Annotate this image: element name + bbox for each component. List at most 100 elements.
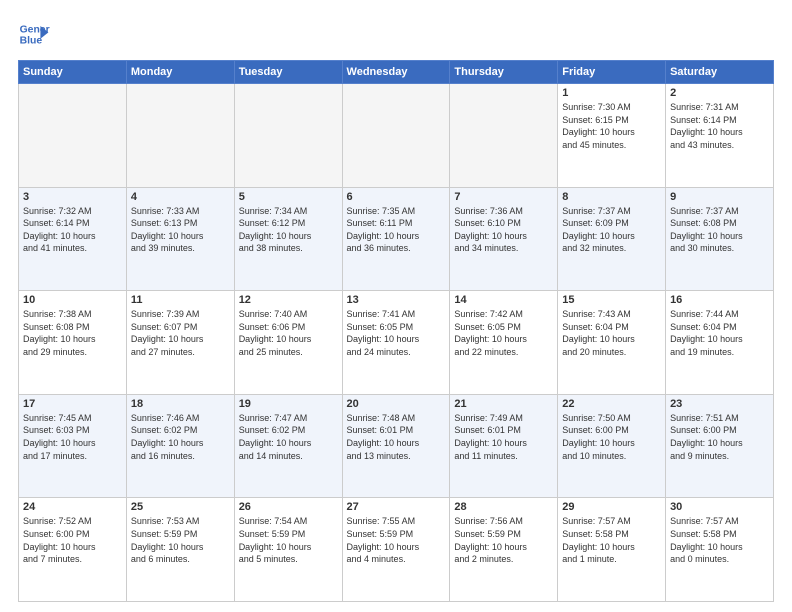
calendar-cell: [450, 84, 558, 188]
day-number: 16: [670, 294, 769, 306]
calendar-cell: 29 Sunrise: 7:57 AMSunset: 5:58 PMDayligh…: [558, 498, 666, 602]
day-number: 27: [347, 501, 446, 513]
calendar-cell: 19Sunrise: 7:47 AMSunset: 6:02 PMDayligh…: [234, 394, 342, 498]
calendar-cell: [342, 84, 450, 188]
day-info: Sunrise: 7:33 AMSunset: 6:13 PMDaylight:…: [131, 205, 230, 255]
day-number: 26: [239, 501, 338, 513]
calendar-cell: 1 Sunrise: 7:30 AMSunset: 6:15 PMDaylight…: [558, 84, 666, 188]
day-header-tuesday: Tuesday: [234, 61, 342, 84]
day-number: 23: [670, 398, 769, 410]
day-number: 6: [347, 191, 446, 203]
calendar-cell: 21 Sunrise: 7:49 AMSunset: 6:01 PMDayligh…: [450, 394, 558, 498]
day-number: 12: [239, 294, 338, 306]
day-info: Sunrise: 7:37 AMSunset: 6:08 PMDaylight:…: [670, 205, 769, 255]
calendar-cell: 18 Sunrise: 7:46 AMSunset: 6:02 PMDayligh…: [126, 394, 234, 498]
calendar-cell: 17 Sunrise: 7:45 AMSunset: 6:03 PMDayligh…: [19, 394, 127, 498]
calendar-cell: [19, 84, 127, 188]
calendar-cell: 2Sunrise: 7:31 AMSunset: 6:14 PMDaylight…: [666, 84, 774, 188]
day-info: Sunrise: 7:39 AMSunset: 6:07 PMDaylight:…: [131, 308, 230, 358]
calendar-cell: 15 Sunrise: 7:43 AMSunset: 6:04 PMDayligh…: [558, 291, 666, 395]
calendar-cell: 30 Sunrise: 7:57 AMSunset: 5:58 PMDayligh…: [666, 498, 774, 602]
day-number: 7: [454, 191, 553, 203]
day-number: 25: [131, 501, 230, 513]
day-info: Sunrise: 7:34 AMSunset: 6:12 PMDaylight:…: [239, 205, 338, 255]
day-info: Sunrise: 7:52 AMSunset: 6:00 PMDaylight:…: [23, 515, 122, 565]
logo: General Blue: [18, 18, 50, 50]
day-info: Sunrise: 7:35 AMSunset: 6:11 PMDaylight:…: [347, 205, 446, 255]
calendar-cell: 14 Sunrise: 7:42 AMSunset: 6:05 PMDayligh…: [450, 291, 558, 395]
day-info: Sunrise: 7:32 AMSunset: 6:14 PMDaylight:…: [23, 205, 122, 255]
day-info: Sunrise: 7:56 AMSunset: 5:59 PMDaylight:…: [454, 515, 553, 565]
day-number: 8: [562, 191, 661, 203]
day-number: 18: [131, 398, 230, 410]
day-info: Sunrise: 7:36 AMSunset: 6:10 PMDaylight:…: [454, 205, 553, 255]
day-number: 1: [562, 87, 661, 99]
day-number: 4: [131, 191, 230, 203]
calendar-cell: 4 Sunrise: 7:33 AMSunset: 6:13 PMDaylight…: [126, 187, 234, 291]
day-info: Sunrise: 7:43 AMSunset: 6:04 PMDaylight:…: [562, 308, 661, 358]
calendar-cell: [126, 84, 234, 188]
day-number: 28: [454, 501, 553, 513]
day-info: Sunrise: 7:37 AMSunset: 6:09 PMDaylight:…: [562, 205, 661, 255]
calendar-cell: 16 Sunrise: 7:44 AMSunset: 6:04 PMDayligh…: [666, 291, 774, 395]
day-info: Sunrise: 7:41 AMSunset: 6:05 PMDaylight:…: [347, 308, 446, 358]
day-info: Sunrise: 7:38 AMSunset: 6:08 PMDaylight:…: [23, 308, 122, 358]
calendar-cell: 25Sunrise: 7:53 AMSunset: 5:59 PMDayligh…: [126, 498, 234, 602]
calendar-cell: 9 Sunrise: 7:37 AMSunset: 6:08 PMDaylight…: [666, 187, 774, 291]
day-info: Sunrise: 7:48 AMSunset: 6:01 PMDaylight:…: [347, 412, 446, 462]
day-number: 20: [347, 398, 446, 410]
day-info: Sunrise: 7:44 AMSunset: 6:04 PMDaylight:…: [670, 308, 769, 358]
day-number: 10: [23, 294, 122, 306]
day-number: 22: [562, 398, 661, 410]
day-header-thursday: Thursday: [450, 61, 558, 84]
day-info: Sunrise: 7:31 AMSunset: 6:14 PMDaylight:…: [670, 101, 769, 151]
day-info: Sunrise: 7:57 AMSunset: 5:58 PMDaylight:…: [562, 515, 661, 565]
day-number: 21: [454, 398, 553, 410]
day-number: 14: [454, 294, 553, 306]
day-info: Sunrise: 7:46 AMSunset: 6:02 PMDaylight:…: [131, 412, 230, 462]
calendar-cell: 23 Sunrise: 7:51 AMSunset: 6:00 PMDayligh…: [666, 394, 774, 498]
day-info: Sunrise: 7:55 AMSunset: 5:59 PMDaylight:…: [347, 515, 446, 565]
day-number: 24: [23, 501, 122, 513]
day-number: 13: [347, 294, 446, 306]
day-header-monday: Monday: [126, 61, 234, 84]
calendar-cell: 10 Sunrise: 7:38 AMSunset: 6:08 PMDayligh…: [19, 291, 127, 395]
day-info: Sunrise: 7:54 AMSunset: 5:59 PMDaylight:…: [239, 515, 338, 565]
day-number: 5: [239, 191, 338, 203]
day-number: 15: [562, 294, 661, 306]
day-number: 30: [670, 501, 769, 513]
day-header-friday: Friday: [558, 61, 666, 84]
day-number: 3: [23, 191, 122, 203]
calendar-table: SundayMondayTuesdayWednesdayThursdayFrid…: [18, 60, 774, 602]
calendar-cell: 5 Sunrise: 7:34 AMSunset: 6:12 PMDaylight…: [234, 187, 342, 291]
day-info: Sunrise: 7:30 AMSunset: 6:15 PMDaylight:…: [562, 101, 661, 151]
day-info: Sunrise: 7:49 AMSunset: 6:01 PMDaylight:…: [454, 412, 553, 462]
calendar-cell: 28 Sunrise: 7:56 AMSunset: 5:59 PMDayligh…: [450, 498, 558, 602]
day-info: Sunrise: 7:42 AMSunset: 6:05 PMDaylight:…: [454, 308, 553, 358]
day-number: 9: [670, 191, 769, 203]
logo-icon: General Blue: [18, 18, 50, 50]
calendar-cell: 22 Sunrise: 7:50 AMSunset: 6:00 PMDayligh…: [558, 394, 666, 498]
calendar-cell: 27 Sunrise: 7:55 AMSunset: 5:59 PMDayligh…: [342, 498, 450, 602]
calendar-cell: 6 Sunrise: 7:35 AMSunset: 6:11 PMDaylight…: [342, 187, 450, 291]
calendar-cell: [234, 84, 342, 188]
header: General Blue: [18, 18, 774, 50]
calendar-cell: 26 Sunrise: 7:54 AMSunset: 5:59 PMDayligh…: [234, 498, 342, 602]
svg-text:Blue: Blue: [20, 36, 43, 47]
page: General Blue SundayMondayTuesdayWednesda…: [0, 0, 792, 612]
calendar-cell: 8 Sunrise: 7:37 AMSunset: 6:09 PMDaylight…: [558, 187, 666, 291]
day-info: Sunrise: 7:47 AMSunset: 6:02 PMDaylight:…: [239, 412, 338, 462]
day-number: 29: [562, 501, 661, 513]
day-info: Sunrise: 7:51 AMSunset: 6:00 PMDaylight:…: [670, 412, 769, 462]
day-info: Sunrise: 7:57 AMSunset: 5:58 PMDaylight:…: [670, 515, 769, 565]
day-header-wednesday: Wednesday: [342, 61, 450, 84]
day-number: 11: [131, 294, 230, 306]
day-number: 17: [23, 398, 122, 410]
calendar-cell: 12Sunrise: 7:40 AMSunset: 6:06 PMDayligh…: [234, 291, 342, 395]
day-info: Sunrise: 7:50 AMSunset: 6:00 PMDaylight:…: [562, 412, 661, 462]
calendar-cell: 20 Sunrise: 7:48 AMSunset: 6:01 PMDayligh…: [342, 394, 450, 498]
calendar-cell: 24 Sunrise: 7:52 AMSunset: 6:00 PMDayligh…: [19, 498, 127, 602]
day-info: Sunrise: 7:45 AMSunset: 6:03 PMDaylight:…: [23, 412, 122, 462]
day-header-saturday: Saturday: [666, 61, 774, 84]
calendar-cell: 3 Sunrise: 7:32 AMSunset: 6:14 PMDaylight…: [19, 187, 127, 291]
